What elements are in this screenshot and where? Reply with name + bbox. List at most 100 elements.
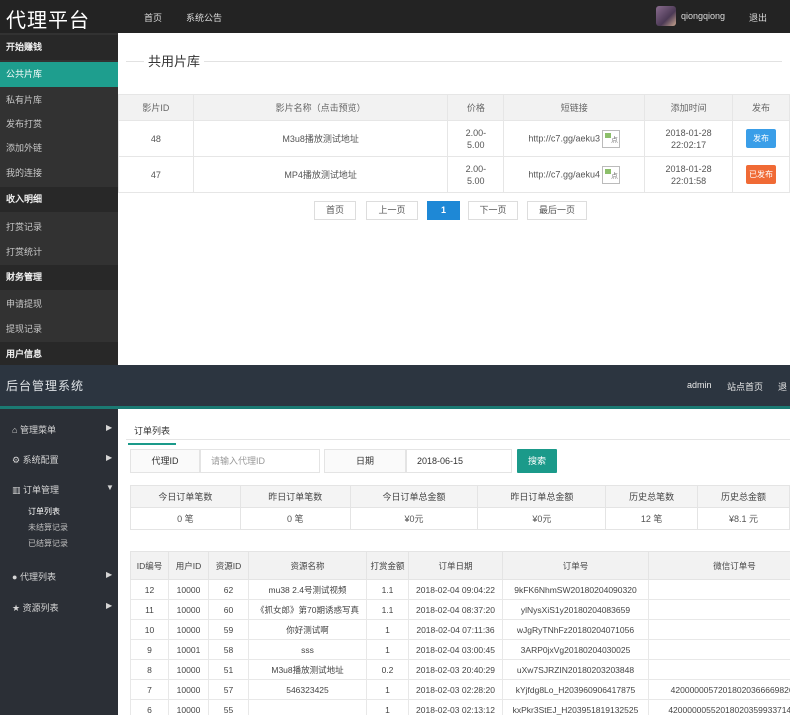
- publish-button[interactable]: 发布: [746, 129, 776, 148]
- resource-name: [248, 699, 367, 715]
- resource-id: 51: [208, 659, 249, 680]
- pager-next[interactable]: 下一页: [468, 201, 518, 220]
- date-input[interactable]: 2018-06-15: [406, 449, 512, 473]
- logout-link-truncated[interactable]: 退: [778, 380, 787, 393]
- nav-announcement-link[interactable]: 系统公告: [186, 11, 222, 24]
- fieldset-line-right: [204, 61, 782, 62]
- short-link-text[interactable]: http://c7.gg/aeku4: [528, 169, 600, 179]
- user-id: 10000: [168, 679, 209, 700]
- sidebar-sub-unsettled[interactable]: 未结算记录: [28, 522, 68, 533]
- sidebar-item-order-manage[interactable]: ▥ 订单管理: [12, 483, 59, 496]
- search-button[interactable]: 搜索: [517, 449, 557, 473]
- sidebar-item-withdraw[interactable]: 申请提现: [0, 292, 118, 317]
- sidebar-item-reward-stats[interactable]: 打赏统计: [0, 240, 118, 265]
- broken-image-icon: 点: [601, 165, 620, 184]
- price-max: 5.00: [467, 175, 485, 186]
- sidebar-item-manage-menu[interactable]: ⌂ 管理菜单: [12, 423, 56, 436]
- user-id: 10000: [168, 599, 209, 620]
- sidebar-head-income[interactable]: 收入明细: [0, 187, 118, 212]
- stat-value: ¥0元: [477, 507, 607, 530]
- chevron-right-icon: ▶: [106, 453, 113, 462]
- col-movie-id: 影片ID: [118, 94, 194, 121]
- movie-name-link[interactable]: M3u8播放测试地址: [192, 120, 449, 157]
- col-id: ID编号: [130, 551, 169, 580]
- sidebar-item-system-config[interactable]: ⚙ 系统配置: [12, 453, 59, 466]
- resource-name: sss: [248, 639, 367, 660]
- sidebar-item-my-links[interactable]: 我的连接: [0, 161, 118, 186]
- stat-label: 今日订单总金额: [349, 485, 479, 508]
- reward-amount: 1.1: [366, 599, 409, 620]
- sidebar-sub-order-list[interactable]: 订单列表: [28, 506, 60, 517]
- order-date: 2018-02-03 02:28:20: [408, 679, 503, 700]
- sidebar-head-finance[interactable]: 财务管理: [0, 265, 118, 290]
- admin-sidebar: ⌂ 管理菜单 ▶ ⚙ 系统配置 ▶ ▥ 订单管理 ▼ 订单列表 未结算记录 已结…: [0, 409, 118, 715]
- sidebar-sub-settled[interactable]: 已结算记录: [28, 538, 68, 549]
- agent-id-input[interactable]: 请输入代理ID: [200, 449, 320, 473]
- sidebar-item-reward-records[interactable]: 打赏记录: [0, 215, 118, 240]
- pager-prev[interactable]: 上一页: [366, 201, 418, 220]
- broken-image-alt: 点: [610, 172, 618, 180]
- col-short-link: 短链接: [503, 94, 646, 121]
- user-id: 10000: [168, 619, 209, 640]
- table-row: 11 10000 60 《抓女郎》第70期诱惑写真 1.1 2018-02-04 08:3…: [130, 599, 790, 620]
- price-min: 2.00-: [465, 163, 487, 174]
- user-id: 10001: [168, 639, 209, 660]
- sidebar-head-earn[interactable]: 开始赚钱: [0, 35, 118, 60]
- resource-name: 《抓女郎》第70期诱惑写真: [248, 599, 367, 620]
- user-id: 10000: [168, 699, 209, 715]
- username[interactable]: qiongqiong: [681, 11, 725, 21]
- admin-user-link[interactable]: admin: [687, 380, 712, 390]
- site-home-link[interactable]: 站点首页: [727, 380, 763, 393]
- stat-value: ¥8.1 元: [697, 507, 790, 530]
- short-link-text[interactable]: http://c7.gg/aeku3: [528, 133, 600, 143]
- table-row: 10 10000 59 你好测试啊 1 2018-02-04 07:11:36 wJgRyT…: [130, 619, 790, 640]
- pager-page-1[interactable]: 1: [427, 201, 460, 220]
- tab-order-list[interactable]: 订单列表: [128, 421, 177, 445]
- added-time: 22:01:58: [671, 175, 707, 186]
- sidebar-item-private-library[interactable]: 私有片库: [0, 88, 118, 113]
- movie-name-link[interactable]: MP4播放测试地址: [192, 156, 449, 193]
- movie-id: 47: [118, 156, 194, 193]
- admin-top-bar: 后台管理系统 admin 站点首页 退: [0, 365, 790, 408]
- sidebar-item-public-library[interactable]: 公共片库: [0, 62, 118, 87]
- sidebar-item-add-link[interactable]: 添加外链: [0, 136, 118, 161]
- col-order-no: 订单号: [502, 551, 649, 580]
- movie-publish-cell: 发布: [732, 120, 790, 157]
- order-no: kYjfdg8Lo_H203960906417875: [502, 679, 649, 700]
- pager-first[interactable]: 首页: [314, 201, 356, 220]
- sidebar-item-publish-reward[interactable]: 发布打赏: [0, 112, 118, 137]
- agent-platform-screen: 代理平台 首页 系统公告 qiongqiong 退出 开始赚钱 公共片库 私有片…: [0, 0, 790, 367]
- movie-publish-cell: 已发布: [732, 156, 790, 193]
- orders-header-row: ID编号 用户ID 资源ID 资源名称 打赏金额 订单日期 订单号 微信订单号: [130, 551, 790, 580]
- wechat-order-no: [648, 599, 790, 620]
- resource-id: 59: [208, 619, 249, 640]
- order-date: 2018-02-03 02:13:12: [408, 699, 503, 715]
- stat-label: 历史总笔数: [605, 485, 699, 508]
- nav-home-link[interactable]: 首页: [144, 11, 162, 24]
- resource-id: 58: [208, 639, 249, 660]
- logout-link[interactable]: 退出: [749, 11, 767, 24]
- chevron-right-icon: ▶: [106, 601, 113, 610]
- sidebar-item-resource-list[interactable]: ★ 资源列表: [12, 601, 59, 614]
- wechat-order-no: [648, 639, 790, 660]
- published-button[interactable]: 已发布: [746, 165, 776, 184]
- order-date: 2018-02-04 07:11:36: [408, 619, 503, 640]
- movie-table-header: 影片ID 影片名称（点击预览） 价格 短链接 添加时间 发布: [118, 94, 790, 121]
- home-icon: ⌂: [12, 425, 18, 435]
- orders-table: ID编号 用户ID 资源ID 资源名称 打赏金额 订单日期 订单号 微信订单号 …: [130, 551, 790, 715]
- sidebar-head-user-info[interactable]: 用户信息: [0, 342, 118, 367]
- sidebar-item-withdraw-records[interactable]: 提现记录: [0, 317, 118, 342]
- chevron-right-icon: ▶: [106, 570, 113, 579]
- sidebar-item-agent-list[interactable]: ● 代理列表: [12, 570, 56, 583]
- order-id: 11: [130, 599, 169, 620]
- added-date: 2018-01-28: [665, 163, 712, 174]
- col-publish: 发布: [732, 94, 790, 121]
- bar-chart-icon: ▥: [12, 485, 21, 495]
- resource-id: 62: [208, 579, 249, 600]
- pager-last[interactable]: 最后一页: [527, 201, 587, 220]
- col-wechat-order-no: 微信订单号: [648, 551, 790, 580]
- sidebar-item-label: 资源列表: [22, 603, 59, 613]
- avatar[interactable]: [656, 6, 676, 26]
- movie-price: 2.00- 5.00: [447, 120, 505, 157]
- fieldset-line-left: [126, 61, 144, 62]
